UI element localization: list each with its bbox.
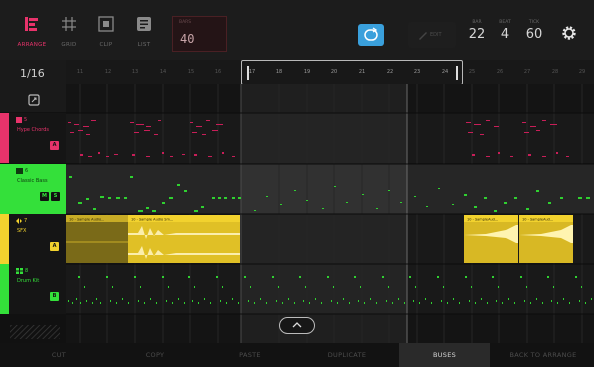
track-chip[interactable]: B xyxy=(50,292,59,301)
copy-button[interactable]: COPY xyxy=(110,343,200,367)
ruler-bar-label: 27 xyxy=(523,69,531,75)
grid-resolution[interactable]: 1/16 xyxy=(0,60,66,88)
arrangement-grid[interactable]: 10 - Sample Audio... 10 - Sample Audio S… xyxy=(66,84,594,343)
bar-position[interactable]: BAR 22 xyxy=(466,20,488,42)
track-color-strip xyxy=(0,214,9,264)
audio-icon xyxy=(16,218,22,224)
paste-button[interactable]: PASTE xyxy=(205,343,295,367)
arrange-label: ARRANGE xyxy=(17,42,47,48)
bar-caption: BAR xyxy=(472,20,482,25)
bars-field[interactable]: BARS 40 xyxy=(172,16,227,52)
grid-tool-button[interactable]: GRID xyxy=(49,0,89,60)
track-chip[interactable]: A xyxy=(50,141,59,150)
bars-value: 40 xyxy=(180,32,195,46)
track-color-strip xyxy=(0,164,9,214)
pencil-icon xyxy=(419,32,427,40)
ruler-bar-label: 15 xyxy=(187,69,195,75)
zoom-toggle[interactable] xyxy=(0,88,66,112)
audio-clip-label: 10 - Sample Audio... xyxy=(69,218,104,222)
track-name: Hype Chords xyxy=(17,127,50,133)
ruler-bar-label: 25 xyxy=(468,69,476,75)
track-number: 8 xyxy=(25,268,29,274)
track-name: Drum Kit xyxy=(17,278,40,284)
loop-toggle-button[interactable] xyxy=(358,24,384,46)
track-number: 6 xyxy=(25,168,29,174)
list-icon xyxy=(137,17,151,31)
hatch-pattern xyxy=(10,325,60,339)
zoom-fit-icon xyxy=(28,94,40,106)
ruler-bar-label: 16 xyxy=(214,69,222,75)
duplicate-button[interactable]: DUPLICATE xyxy=(302,343,392,367)
loop-icon xyxy=(364,27,378,41)
audio-clip-label: 10 - SampleAud... xyxy=(522,218,553,222)
bar-value: 22 xyxy=(468,27,486,42)
beat-value: 4 xyxy=(500,27,510,42)
arrange-tool-button[interactable]: ARRANGE xyxy=(12,0,52,60)
clip-icon xyxy=(98,16,114,32)
track-color-strip xyxy=(0,113,9,163)
ruler-bar-label: 26 xyxy=(496,69,504,75)
bars-caption: BARS xyxy=(179,20,192,25)
clip-label: CLIP xyxy=(99,42,113,48)
ruler-bar-label: 29 xyxy=(578,69,586,75)
back-to-arrange-button[interactable]: BACK TO ARRANGE xyxy=(496,343,590,367)
edit-button[interactable]: EDIT xyxy=(408,22,456,48)
bottom-action-bar: CUT COPY PASTE DUPLICATE BUSES BACK TO A… xyxy=(0,343,594,367)
tick-caption: TICK xyxy=(528,20,540,25)
keyboard-icon xyxy=(16,117,22,123)
edit-label: EDIT xyxy=(430,32,442,38)
grid-icon xyxy=(62,17,76,31)
ruler-bar-label: 12 xyxy=(104,69,112,75)
ruler-bar-label: 28 xyxy=(551,69,559,75)
track-header[interactable]: 7 SFX A xyxy=(0,214,66,264)
chevron-up-icon xyxy=(292,322,302,328)
solo-chip[interactable]: S xyxy=(51,192,60,201)
beat-caption: BEAT xyxy=(499,20,511,25)
scroll-up-button[interactable] xyxy=(279,317,315,334)
grid-label: GRID xyxy=(61,42,77,48)
pads-icon xyxy=(16,268,23,274)
loop-range-bracket[interactable] xyxy=(241,60,463,85)
arrange-icon xyxy=(25,17,38,31)
tick-position[interactable]: TICK 60 xyxy=(523,20,545,42)
track-name: SFX xyxy=(17,228,27,234)
beat-position[interactable]: BEAT 4 xyxy=(494,20,516,42)
drum-icon xyxy=(16,168,23,174)
ruler-bar-label: 11 xyxy=(76,69,84,75)
track-header[interactable]: 5 Hype Chords A xyxy=(0,113,66,163)
track-name: Classic Bass xyxy=(17,178,48,184)
list-label: LIST xyxy=(137,42,151,48)
track-header-selected[interactable]: 6 Classic Bass M S xyxy=(0,164,66,214)
tick-value: 60 xyxy=(525,27,543,42)
track-color-strip xyxy=(0,264,9,314)
loop-end-handle[interactable] xyxy=(456,66,458,80)
settings-gear-icon[interactable] xyxy=(560,24,578,42)
top-toolbar: ARRANGE GRID CLIP LIST BARS 40 EDIT BAR … xyxy=(0,0,594,60)
buses-button[interactable]: BUSES xyxy=(399,343,490,367)
track-number: 7 xyxy=(24,218,28,224)
track-header[interactable]: 8 Drum Kit B xyxy=(0,264,66,314)
clip-tool-button[interactable]: CLIP xyxy=(86,0,126,60)
grid-resolution-value: 1/16 xyxy=(20,67,45,80)
list-tool-button[interactable]: LIST xyxy=(124,0,164,60)
ruler-bar-label: 13 xyxy=(131,69,139,75)
track-number: 5 xyxy=(24,117,28,123)
ruler-bar-label: 14 xyxy=(159,69,167,75)
mute-chip[interactable]: M xyxy=(40,192,49,201)
loop-start-handle[interactable] xyxy=(247,66,249,80)
cut-button[interactable]: CUT xyxy=(14,343,104,367)
track-chip[interactable]: A xyxy=(50,242,59,251)
audio-clip-label: 10 - SampleAud... xyxy=(467,218,498,222)
audio-clip-label: 10 - Sample Audio Sm... xyxy=(131,218,173,222)
